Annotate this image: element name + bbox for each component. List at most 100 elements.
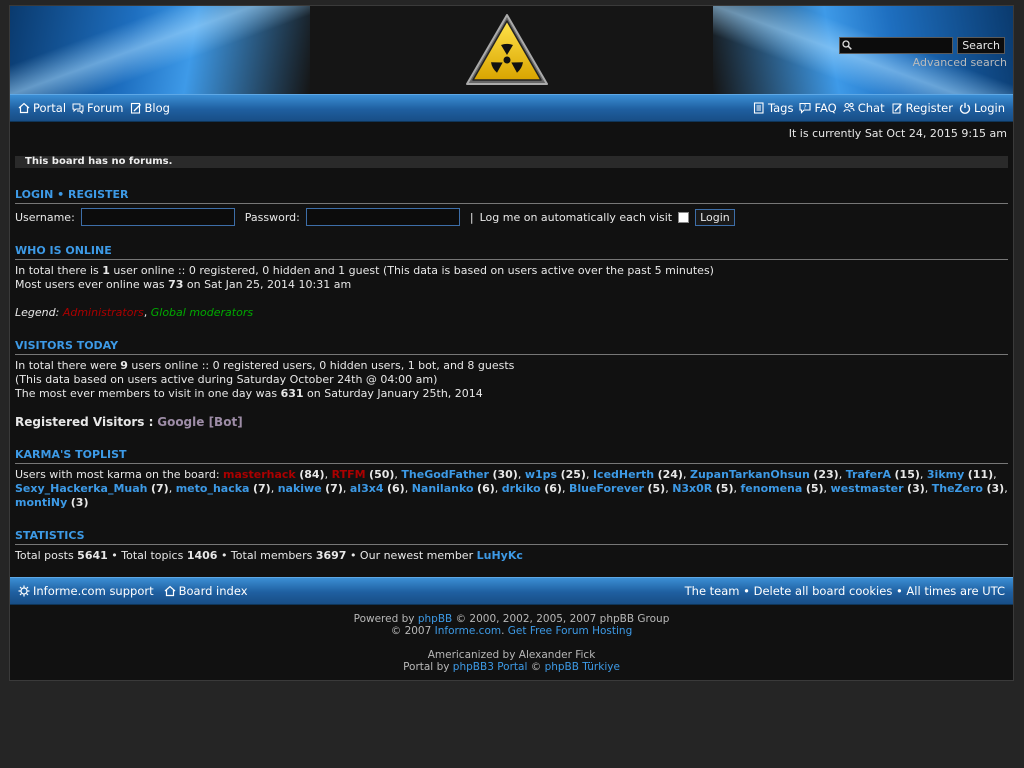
- free-hosting-link[interactable]: Get Free Forum Hosting: [508, 625, 632, 637]
- karma-user-link[interactable]: Sexy_Hackerka_Muah: [15, 482, 147, 495]
- visitors-line-3: The most ever members to visit in one da…: [15, 387, 483, 400]
- footer-board-index-link[interactable]: Board index: [164, 584, 248, 598]
- karma-toplist-title: KARMA'S TOPLIST: [15, 448, 1008, 464]
- statistics-title: STATISTICS: [15, 529, 1008, 545]
- karma-user-link[interactable]: nakiwe: [278, 482, 322, 495]
- phpbb-link[interactable]: phpBB: [418, 613, 452, 625]
- karma-user-link[interactable]: TraferA: [846, 468, 891, 481]
- current-time: It is currently Sat Oct 24, 2015 9:15 am: [788, 127, 1007, 140]
- nav-login[interactable]: Login: [959, 101, 1005, 115]
- karma-user-link[interactable]: BlueForever: [569, 482, 644, 495]
- karma-score: (5): [647, 482, 666, 495]
- karma-user-link[interactable]: masterhack: [223, 468, 296, 481]
- home-icon: [164, 585, 175, 597]
- search-box: Search: [839, 37, 1005, 54]
- karma-user-link[interactable]: N3x0R: [672, 482, 712, 495]
- autologin-checkbox[interactable]: [678, 211, 690, 223]
- nav-blog-label: Blog: [144, 101, 170, 115]
- advanced-search-link[interactable]: Advanced search: [913, 56, 1007, 69]
- nav-register[interactable]: Register: [891, 101, 953, 115]
- karma-score: (7): [150, 482, 169, 495]
- visitors-line-1: In total there were 9 users online :: 0 …: [15, 359, 515, 372]
- nav-faq[interactable]: ? FAQ: [799, 101, 837, 115]
- login-form: Username: Password: | Log me on automati…: [15, 204, 1008, 226]
- nav-left: Portal Forum Blog: [18, 101, 170, 115]
- karma-user-link[interactable]: TheZero: [932, 482, 983, 495]
- nav-forum-label: Forum: [87, 101, 124, 115]
- radiation-logo-icon[interactable]: [464, 12, 550, 88]
- karma-score: (3): [986, 482, 1005, 495]
- footer-credits: Powered by phpBB © 2000, 2002, 2005, 200…: [10, 605, 1013, 673]
- legend-administrators[interactable]: Administrators: [63, 306, 144, 319]
- karma-score: (3): [70, 496, 89, 509]
- karma-user-link[interactable]: drkiko: [502, 482, 541, 495]
- karma-score: (30): [492, 468, 518, 481]
- karma-user-link[interactable]: meto_hacka: [176, 482, 250, 495]
- login-pipe: |: [469, 210, 474, 224]
- home-icon: [18, 102, 30, 114]
- register-icon: [892, 103, 902, 114]
- karma-user-link[interactable]: Nanilanko: [412, 482, 474, 495]
- login-link[interactable]: LOGIN: [15, 188, 53, 201]
- site-header: Search Advanced search: [10, 6, 1013, 94]
- top-navbar: Portal Forum Blog Tags ? FAQ Chat Regist…: [10, 94, 1013, 122]
- total-topics: 1406: [186, 549, 218, 562]
- karma-score: (15): [894, 468, 920, 481]
- bot-link[interactable]: Google [Bot]: [157, 415, 242, 429]
- footer-support-label: Informe.com support: [33, 584, 154, 598]
- register-link[interactable]: REGISTER: [68, 188, 129, 201]
- karma-user-link[interactable]: montiNy: [15, 496, 67, 509]
- password-label: Password:: [244, 210, 300, 224]
- karma-user-link[interactable]: fenomena: [741, 482, 803, 495]
- password-field[interactable]: [305, 208, 460, 226]
- karma-score: (3): [907, 482, 925, 495]
- who-is-online-body: In total there is 1 user online :: 0 reg…: [15, 260, 1008, 320]
- karma-user-link[interactable]: ZupanTarkanOhsun: [690, 468, 810, 481]
- karma-user-link[interactable]: RTFM: [332, 468, 366, 481]
- footer-board-index-label: Board index: [178, 584, 248, 598]
- phpbb-turkiye-link[interactable]: phpBB Türkiye: [545, 661, 620, 673]
- karma-user-link[interactable]: TheGodFather: [401, 468, 489, 481]
- login-button[interactable]: Login: [695, 208, 735, 226]
- karma-user-link[interactable]: westmaster: [831, 482, 904, 495]
- informe-copyright: © 2007 Informe.com. Get Free Forum Hosti…: [390, 625, 633, 637]
- footer-support-link[interactable]: Informe.com support: [18, 584, 154, 598]
- nav-chat[interactable]: Chat: [843, 101, 885, 115]
- nav-chat-label: Chat: [857, 101, 885, 115]
- search-button[interactable]: Search: [957, 37, 1005, 54]
- who-is-online-section: WHO IS ONLINE In total there is 1 user o…: [15, 244, 1008, 320]
- online-legend: Legend: Administrators, Global moderator…: [15, 306, 254, 319]
- legend-global-moderators[interactable]: Global moderators: [151, 306, 253, 319]
- karma-user-link[interactable]: IcedHerth: [593, 468, 654, 481]
- karma-score: (84): [299, 468, 325, 481]
- footer-nav-right[interactable]: The team • Delete all board cookies • Al…: [685, 584, 1005, 598]
- tags-icon: [753, 102, 764, 114]
- nav-tags[interactable]: Tags: [753, 101, 793, 115]
- nav-portal-label: Portal: [33, 101, 67, 115]
- registered-visitors: Registered Visitors : Google [Bot]: [15, 415, 243, 429]
- karma-score: (6): [544, 482, 562, 495]
- karma-intro: Users with most karma on the board:: [15, 468, 220, 481]
- karma-score: (50): [369, 468, 395, 481]
- karma-user-link[interactable]: 3ikmy: [927, 468, 964, 481]
- karma-score: (24): [657, 468, 683, 481]
- login-separator: •: [57, 188, 65, 201]
- nav-forum[interactable]: Forum: [72, 101, 124, 115]
- online-line-1: In total there is 1 user online :: 0 reg…: [15, 264, 714, 277]
- search-input[interactable]: [839, 37, 954, 54]
- karma-user-link[interactable]: al3x4: [350, 482, 384, 495]
- karma-user-link[interactable]: w1ps: [525, 468, 557, 481]
- who-is-online-title: WHO IS ONLINE: [15, 244, 1008, 260]
- chat-icon: [843, 102, 855, 113]
- newest-member-link[interactable]: LuHyKc: [477, 549, 523, 562]
- login-section: LOGIN • REGISTER Username: Password: | L…: [15, 188, 1008, 226]
- username-field[interactable]: [80, 208, 235, 226]
- nav-register-label: Register: [905, 101, 953, 115]
- gear-icon: [18, 585, 30, 597]
- autologin-label: Log me on automatically each visit: [479, 210, 673, 224]
- karma-score: (23): [813, 468, 839, 481]
- nav-blog[interactable]: Blog: [130, 101, 170, 115]
- informe-link[interactable]: Informe.com: [435, 625, 501, 637]
- phpbb3-portal-link[interactable]: phpBB3 Portal: [453, 661, 528, 673]
- nav-portal[interactable]: Portal: [18, 101, 66, 115]
